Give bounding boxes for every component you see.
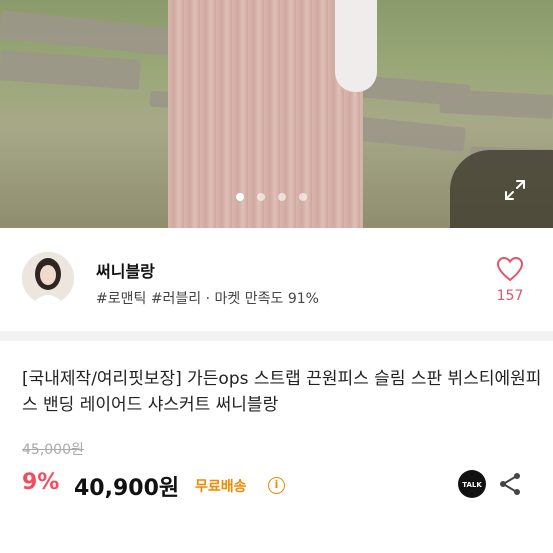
info-icon[interactable]: i [268,477,285,494]
expand-icon[interactable] [503,178,527,202]
pagination-dot[interactable] [299,193,307,201]
pagination-dot[interactable] [278,193,286,201]
heart-icon[interactable] [496,256,524,282]
stone-slab [0,50,141,90]
gallery-pagination [236,193,307,201]
stone-slab [439,89,553,119]
svg-text:TALK: TALK [462,481,482,489]
kakaotalk-icon[interactable]: TALK [458,470,486,498]
shadow [450,150,553,228]
product-image[interactable] [0,0,553,228]
share-icon[interactable] [497,471,523,497]
pagination-dot[interactable] [257,193,265,201]
sale-price: 40,900원 [74,476,180,501]
stone-slab [0,10,191,58]
section-divider [0,331,553,341]
shop-tags: #로맨틱 #러블리 · 마켓 만족도 91% [96,291,319,307]
sleeve [335,0,377,92]
shop-name[interactable]: 써니블랑 [96,258,155,282]
avatar[interactable] [22,252,74,304]
discount-rate: 9% [22,470,60,495]
stone-slab [354,116,466,152]
product-title: [국내제작/여리핏보장] 가든ops 스트랩 끈원피스 슬림 스판 뷔스티에원피… [22,369,542,415]
like-count: 157 [496,288,524,304]
pagination-dot[interactable] [236,193,244,201]
original-price: 45,000원 [22,442,84,458]
seller-section [0,228,553,332]
shipping-badge: 무료배송 [195,479,247,495]
